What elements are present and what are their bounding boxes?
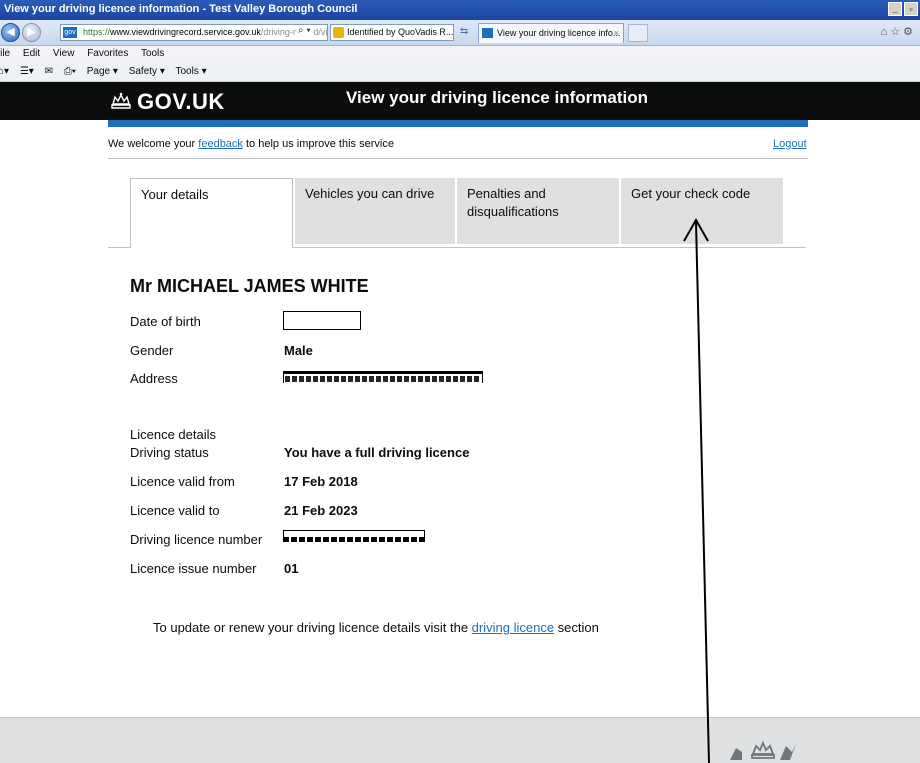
tab-label: Your details [141,187,209,202]
driving-licence-link[interactable]: driving licence [472,620,554,635]
certificate-indicator[interactable]: Identified by QuoVadis R... [330,24,454,41]
dob-label: Date of birth [130,314,201,329]
tab-label: Get your check code [631,186,751,201]
site-favicon-icon: gov [63,27,77,38]
restore-icon[interactable]: ▫ [904,2,918,16]
logout-link[interactable]: Logout [773,138,807,150]
valid-to-value: 21 Feb 2023 [284,503,358,518]
feedback-banner: We welcome your feedback to help us impr… [108,138,808,150]
update-note-prefix: To update or renew your driving licence … [153,620,472,635]
tab-vehicles[interactable]: Vehicles you can drive [295,178,455,244]
redacted-dob [283,311,361,330]
redacted-address [283,371,483,383]
forward-icon[interactable]: ▶ [22,23,41,42]
cmd-safety[interactable]: Safety ▾ [129,66,165,77]
cmd-tools[interactable]: Tools ▾ [175,66,206,77]
cert-label: Identified by QuoVadis R... [347,27,454,37]
new-tab-button[interactable] [628,24,648,42]
close-tab-icon[interactable]: × [614,24,619,42]
search-icon[interactable]: ⌕ ▾ [296,25,313,36]
feeds-icon[interactable]: ☰▾ [20,66,34,77]
valid-from-value: 17 Feb 2018 [284,474,358,489]
browser-tab-label: View your driving licence info... [497,28,621,38]
cmd-page[interactable]: Page ▾ [87,66,118,77]
divider [108,158,808,159]
issue-number-value: 01 [284,561,299,576]
licence-number-label: Driving licence number [130,532,263,547]
mail-icon[interactable]: ✉ [45,66,53,77]
address-label: Address [130,371,178,386]
tab-check-code[interactable]: Get your check code [621,178,783,244]
valid-from-label: Licence valid from [130,474,235,489]
browser-title-bar: View your driving licence information - … [0,0,920,20]
tab-favicon-icon [482,28,493,38]
command-bar: ⌂▾ ☰▾ ✉ ⎙▾ Page ▾ Safety ▾ Tools ▾ [0,63,920,82]
tab-label: Vehicles you can drive [305,186,435,201]
govuk-header: GOV.UK View your driving licence informa… [0,82,920,120]
back-icon[interactable]: ◀ [1,23,20,42]
gender-label: Gender [130,343,174,358]
valid-to-label: Licence valid to [130,503,220,518]
menu-bar: File Edit View Favorites Tools [0,46,920,63]
browser-toolbar-icons[interactable]: ⌂☆⚙ [881,25,916,38]
tab-label: Penalties and disqualifications [467,186,559,219]
home-icon[interactable]: ⌂▾ [0,66,9,77]
tab-your-details[interactable]: Your details [130,178,293,249]
driving-status-label: Driving status [130,445,209,460]
govuk-logo[interactable]: GOV.UK [137,89,225,115]
url-path: /driving-record/vie [260,27,328,37]
driving-status-value: You have a full driving licence [284,445,470,460]
lock-icon [333,27,344,38]
window-title: View your driving licence information - … [4,3,358,15]
minimize-icon[interactable]: _ [888,2,902,16]
redacted-licence-number [283,530,425,544]
menu-file[interactable]: File [0,48,10,59]
menu-tools[interactable]: Tools [141,48,164,59]
address-bar: ◀ ▶ gov https://www.viewdrivingrecord.se… [0,20,920,46]
tab-penalties[interactable]: Penalties and disqualifications [457,178,619,244]
update-note: To update or renew your driving licence … [153,620,599,635]
browser-tab[interactable]: View your driving licence info... × [478,23,624,43]
window-controls: _ ▫ [888,2,918,16]
url-prefix: https:// [83,27,111,37]
service-name[interactable]: View your driving licence information [346,88,648,108]
royal-arms-icon [730,740,796,760]
feedback-suffix: to help us improve this service [242,138,394,150]
feedback-prefix: We welcome your [108,138,199,150]
menu-view[interactable]: View [53,48,75,59]
print-icon[interactable]: ⎙▾ [64,66,76,77]
gender-value: Male [284,343,313,358]
issue-number-label: Licence issue number [130,561,257,576]
person-name: Mr MICHAEL JAMES WHITE [130,276,369,296]
update-note-suffix: section [554,620,599,635]
menu-edit[interactable]: Edit [23,48,40,59]
url-input[interactable]: gov https://www.viewdrivingrecord.servic… [60,24,328,41]
url-host: www.viewdrivingrecord.service.gov.uk [110,27,261,37]
licence-details-heading: Licence details [130,427,216,442]
feedback-link[interactable]: feedback [198,138,243,150]
header-stripe [108,120,808,127]
menu-favorites[interactable]: Favorites [87,48,128,59]
compat-view-icon[interactable]: ⇆ [460,26,468,37]
crown-icon [111,92,131,109]
